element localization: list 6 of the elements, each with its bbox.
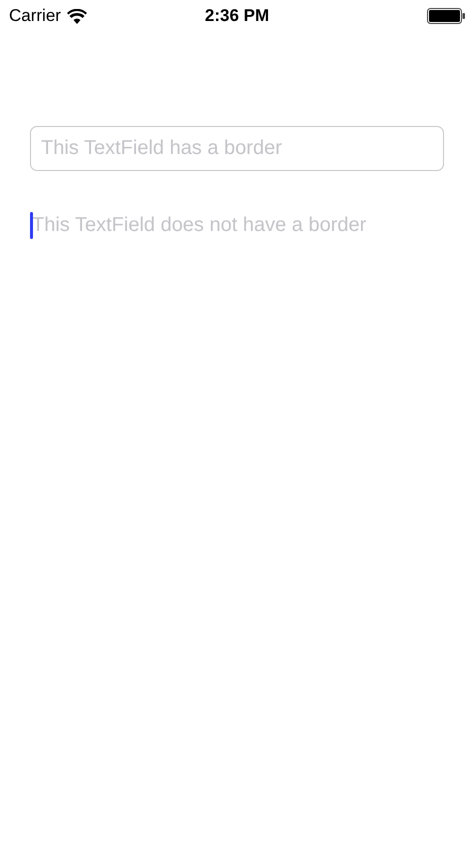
text-field[interactable]: This TextField does not have a border: [30, 209, 444, 242]
carrier-name: Carrier: [9, 5, 61, 28]
battery-icon: [427, 8, 465, 24]
wifi-icon: [66, 8, 87, 24]
text-field[interactable]: This TextField has a border: [30, 126, 444, 171]
clock-time: 2:36 PM: [204, 5, 270, 28]
